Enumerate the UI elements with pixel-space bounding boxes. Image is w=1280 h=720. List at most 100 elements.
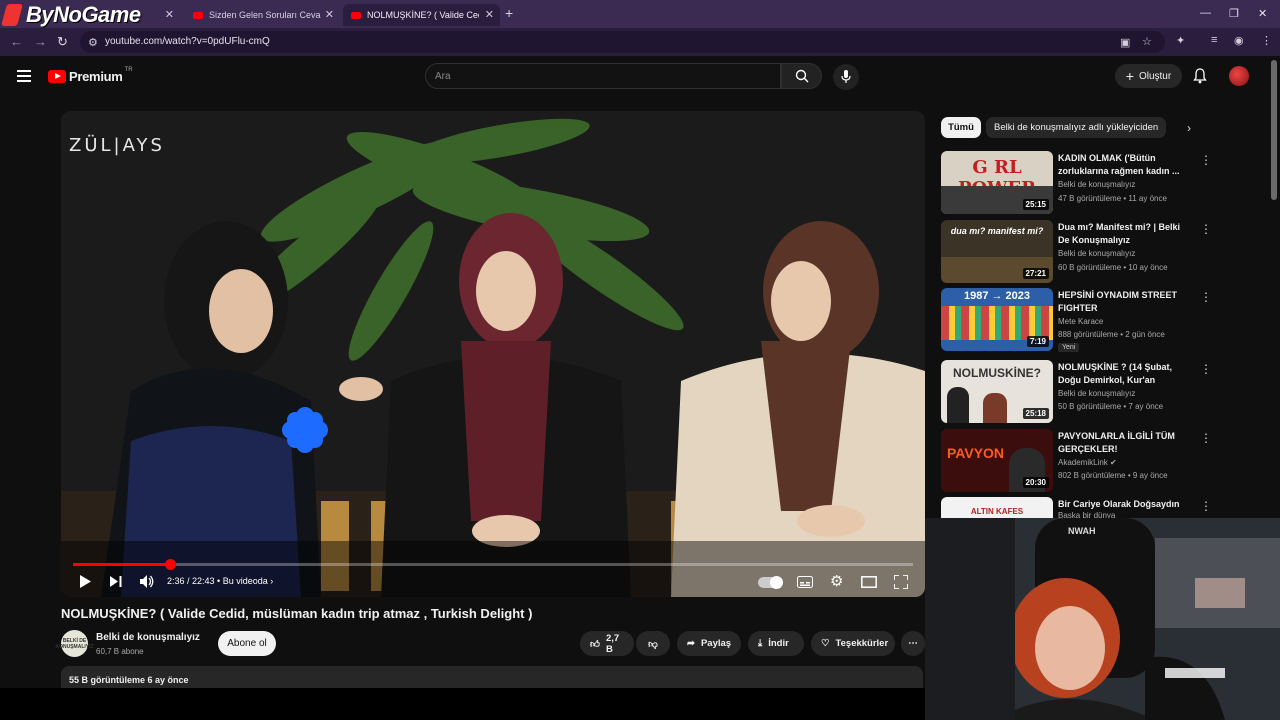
chevron-right-icon[interactable]: ›	[1187, 121, 1191, 135]
video-thumbnail[interactable]: ALTIN KAFES	[941, 497, 1053, 519]
channel-name[interactable]: Belki de konuşmalıyız	[96, 632, 200, 643]
video-player[interactable]: ZÜL|AYS 2:36 / 22:43 • Bu videoda › ⚙	[61, 111, 925, 597]
fullscreen-icon[interactable]	[894, 575, 908, 589]
voice-search-button[interactable]	[833, 64, 859, 90]
video-time: 2:36 / 22:43 • Bu videoda ›	[167, 576, 274, 586]
like-button[interactable]: 👍︎ 2,7 B	[580, 631, 634, 656]
more-actions-button[interactable]: ⋯	[901, 631, 925, 656]
minimize-icon[interactable]: —	[1200, 7, 1211, 19]
download-button[interactable]: ⤓ İndir	[748, 631, 804, 656]
browser-tab-1[interactable]: ✕	[140, 4, 180, 26]
hamburger-menu-icon[interactable]	[17, 70, 31, 82]
recommendation-item[interactable]: ALTIN KAFES Bir Cariye Olarak Doğsaydın …	[941, 497, 1211, 519]
volume-icon[interactable]	[140, 575, 154, 588]
window-close-icon[interactable]: ✕	[1258, 7, 1267, 20]
search-button[interactable]	[781, 63, 822, 89]
duration-badge: 25:18	[1022, 408, 1049, 419]
subtitles-icon[interactable]	[797, 576, 813, 588]
recommendation-title[interactable]: Dua mı? Manifest mi? | Belki De Konuşmal…	[1058, 221, 1194, 247]
recommendation-channel[interactable]: Mete Karace	[1058, 317, 1103, 326]
browser-tab-2[interactable]: Sizden Gelen Soruları Cevapladı ✕	[185, 4, 340, 26]
dislike-button[interactable]: 👎︎	[636, 631, 670, 656]
youtube-header: Premium TR Ara + Oluştur	[0, 56, 1280, 100]
click-highlight-icon	[282, 407, 328, 453]
recommendation-item[interactable]: 1987 → 2023 7:19 HEPSİNİ OYNADIM STREET …	[941, 288, 1212, 352]
play-icon[interactable]	[79, 575, 91, 588]
progress-bar[interactable]	[73, 559, 913, 570]
video-thumbnail[interactable]: 1987 → 2023 7:19	[941, 288, 1053, 351]
recommendation-item[interactable]: dua mı? manifest mi? 27:21 Dua mı? Manif…	[941, 220, 1212, 284]
time-text: 2:36 / 22:43	[167, 576, 215, 586]
close-icon[interactable]: ✕	[485, 8, 494, 21]
video-thumbnail[interactable]: NOLMUSKİNE? 25:18	[941, 360, 1053, 423]
more-vertical-icon[interactable]: ⋮	[1200, 431, 1212, 445]
more-vertical-icon[interactable]: ⋮	[1200, 499, 1211, 513]
notifications-bell-icon[interactable]	[1193, 68, 1207, 84]
youtube-logo[interactable]: Premium TR	[48, 67, 133, 84]
channel-watermark: ZÜL|AYS	[69, 135, 165, 156]
more-vertical-icon[interactable]: ⋮	[1200, 222, 1212, 236]
restore-icon[interactable]: ❐	[1229, 7, 1239, 20]
page-scrollbar[interactable]	[1271, 60, 1277, 200]
verified-icon: ✔	[1110, 458, 1117, 467]
site-info-icon[interactable]: ⚙	[88, 36, 98, 49]
recommendation-title[interactable]: HEPSİNİ OYNADIM STREET FIGHTER	[1058, 289, 1194, 315]
recommendation-item[interactable]: G RL POWER 25:15 KADIN OLMAK ('Bütün zor…	[941, 151, 1212, 215]
settings-gear-icon[interactable]: ⚙	[830, 572, 843, 590]
forward-icon[interactable]: →	[34, 34, 47, 49]
thumbs-up-icon: 👍︎	[590, 638, 600, 650]
account-avatar[interactable]	[1229, 66, 1249, 86]
recommendation-title[interactable]: PAVYONLARLA İLGİLİ TÜM GERÇEKLER!	[1058, 430, 1194, 456]
recommendation-channel[interactable]: AkademikLink ✔	[1058, 458, 1117, 467]
video-thumbnail[interactable]: PAVYON 20:30	[941, 429, 1053, 492]
webcam-overlay: NWAH	[925, 518, 1280, 720]
thumbnail-text: NOLMUSKİNE?	[953, 366, 1041, 380]
profile-icon[interactable]: ◉	[1234, 34, 1244, 47]
chip-from-uploader[interactable]: Belki de konuşmalıyız adlı yükleyiciden	[986, 117, 1167, 138]
close-icon[interactable]: ✕	[325, 8, 334, 21]
recommendation-channel[interactable]: Belki de konuşmalıyız	[1058, 389, 1135, 398]
recommendation-meta: 802 B görüntüleme • 9 ay önce	[1058, 471, 1168, 480]
recommendation-title[interactable]: NOLMUŞKİNE ? (14 Şubat, Doğu Demirkol, K…	[1058, 361, 1194, 388]
search-icon	[795, 69, 809, 83]
extensions-icon[interactable]: ✦	[1176, 34, 1185, 47]
thanks-button[interactable]: ♡ Teşekkürler	[811, 631, 895, 656]
create-button[interactable]: + Oluştur	[1115, 64, 1182, 88]
video-thumbnail[interactable]: dua mı? manifest mi? 27:21	[941, 220, 1053, 283]
headphone-brand-text: NWAH	[1068, 526, 1096, 536]
brand-text: ByNoGame	[26, 2, 141, 27]
subscribe-button[interactable]: Abone ol	[218, 631, 276, 656]
channel-avatar[interactable]: BELKİ DE KONUŞMALIYIZ	[55, 630, 94, 657]
more-vertical-icon[interactable]: ⋮	[1200, 290, 1212, 304]
more-vertical-icon[interactable]: ⋮	[1200, 153, 1212, 167]
recommendation-title[interactable]: KADIN OLMAK ('Bütün zorluklarına rağmen …	[1058, 152, 1194, 178]
close-icon[interactable]: ✕	[165, 8, 174, 21]
recommendation-item[interactable]: PAVYON 20:30 PAVYONLARLA İLGİLİ TÜM GERÇ…	[941, 429, 1212, 493]
browser-menu-icon[interactable]: ⋮	[1261, 34, 1272, 47]
cast-icon[interactable]: ▣	[1120, 36, 1130, 49]
search-input[interactable]: Ara	[425, 63, 781, 89]
recommendation-channel[interactable]: Belki de konuşmalıyız	[1058, 180, 1135, 189]
back-icon[interactable]: ←	[10, 34, 23, 49]
download-label: İndir	[768, 638, 789, 649]
chip-all[interactable]: Tümü	[941, 117, 981, 138]
next-video-icon[interactable]	[110, 576, 122, 587]
bookmark-star-icon[interactable]: ☆	[1142, 35, 1152, 48]
video-thumbnail[interactable]: G RL POWER 25:15	[941, 151, 1053, 214]
chapter-button[interactable]: Bu videoda	[223, 576, 268, 586]
recommendation-title[interactable]: Bir Cariye Olarak Doğsaydın	[1058, 498, 1194, 511]
more-vertical-icon[interactable]: ⋮	[1200, 362, 1212, 376]
reload-icon[interactable]: ↻	[57, 34, 68, 50]
youtube-play-icon	[48, 70, 66, 83]
recommendation-item[interactable]: NOLMUSKİNE? 25:18 NOLMUŞKİNE ? (14 Şubat…	[941, 360, 1212, 424]
new-badge: Yeni	[1058, 343, 1080, 352]
theater-mode-icon[interactable]	[861, 576, 877, 588]
media-icon[interactable]: ≡	[1211, 34, 1217, 46]
autoplay-toggle[interactable]	[758, 576, 783, 589]
share-button[interactable]: ➦ Paylaş	[677, 631, 741, 656]
browser-tab-active[interactable]: NOLMUŞKİNE? ( Valide Cedid, m ✕	[343, 4, 500, 26]
recommendation-channel[interactable]: Belki de konuşmalıyız	[1058, 249, 1135, 258]
new-tab-icon[interactable]: +	[505, 5, 513, 21]
create-label: Oluştur	[1138, 70, 1172, 82]
address-bar[interactable]: ⚙ youtube.com/watch?v=0pdUFlu-cmQ ▣ ☆	[80, 31, 1165, 53]
